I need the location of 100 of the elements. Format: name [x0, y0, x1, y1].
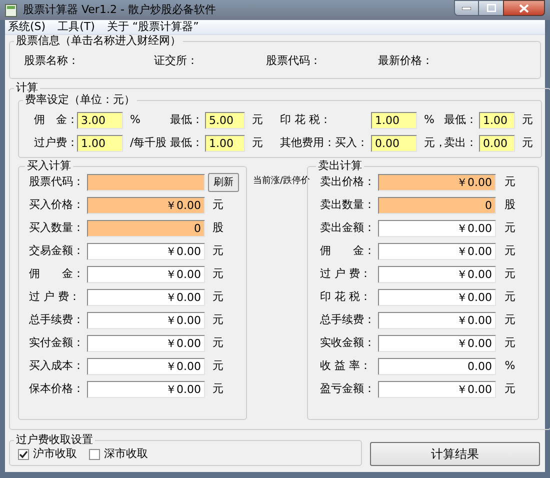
input-field[interactable]: ￥0.00	[378, 220, 496, 237]
input-field[interactable]: 0	[87, 220, 205, 237]
unit-label: 元	[504, 381, 516, 398]
input-field[interactable]: ￥0.00	[87, 266, 205, 283]
unit-label: 元	[504, 266, 516, 282]
unit-label: 元	[212, 335, 224, 352]
unit-label: 元	[504, 312, 516, 328]
calculate-button[interactable]: 计算结果	[370, 442, 540, 466]
fee-label: 最低：	[443, 112, 478, 128]
group-title: 股票信息（单击名称进入财经网）	[15, 35, 182, 47]
fee-label: 元	[251, 112, 264, 128]
unit-label: 元	[212, 266, 224, 282]
close-button[interactable]	[503, 0, 545, 16]
input-field[interactable]: ￥0.00	[378, 174, 496, 191]
info-label: 证交所：	[154, 53, 199, 69]
input-field[interactable]: ￥0.00	[378, 289, 496, 306]
group-title: 卖出计算	[317, 160, 363, 172]
field-label: 实付金额：	[29, 335, 85, 352]
input-field[interactable]: 0.00	[479, 135, 515, 152]
unit-label: 元	[504, 174, 516, 190]
unit-label: 元	[212, 358, 224, 374]
minimize-button[interactable]	[454, 0, 479, 16]
input-field[interactable]: ￥0.00	[378, 243, 496, 260]
fee-label: 元	[251, 135, 264, 152]
fee-label: 最低：	[169, 112, 204, 128]
input-field[interactable]: 0.00	[371, 135, 417, 152]
group-title: 买入计算	[26, 160, 72, 172]
fee-label: 最低：	[169, 135, 204, 152]
fee-label: 印 花 税：	[279, 112, 332, 128]
field-label: 佣 金：	[320, 243, 376, 260]
field-label: 卖出金额：	[320, 220, 376, 236]
fee-label: %	[423, 112, 436, 128]
field-label: 股票代码：	[29, 174, 85, 190]
menu-item[interactable]: 工具(T)	[58, 20, 95, 34]
input-field[interactable]: 5.00	[205, 112, 245, 129]
input-field[interactable]: ￥0.00	[378, 335, 496, 352]
input-field[interactable]: 1.00	[371, 112, 417, 129]
minimize-icon	[462, 6, 471, 10]
field-label: 过 户 费：	[320, 266, 372, 282]
checkbox[interactable]	[89, 448, 100, 460]
field-label: 保本价格：	[29, 381, 85, 398]
input-field[interactable]: ￥0.00	[87, 358, 205, 375]
unit-label: 元	[212, 381, 224, 398]
fee-label: 卖出：	[443, 135, 478, 152]
info-label: 最新价格：	[378, 53, 433, 69]
input-field[interactable]: ￥0.00	[378, 312, 496, 329]
input-field[interactable]: ￥0.00	[87, 243, 205, 260]
input-field[interactable]: 3.00	[77, 112, 123, 129]
close-icon	[519, 4, 529, 12]
checkbox-label: 沪市收取	[33, 446, 77, 462]
input-field[interactable]: ￥0.00	[87, 197, 205, 214]
input-field[interactable]: ￥0.00	[87, 312, 205, 329]
refresh-button[interactable]: 刷新	[208, 173, 239, 192]
checkbox-label: 深市收取	[104, 446, 148, 462]
input-field[interactable]: ￥0.00	[87, 289, 205, 306]
maximize-button[interactable]	[479, 0, 503, 16]
input-field[interactable]: 0.00	[378, 358, 496, 375]
field-label: 交易金额：	[29, 243, 85, 260]
unit-label: 元	[212, 289, 224, 306]
field-label: 买入数量：	[29, 220, 85, 236]
unit-label: 元	[212, 243, 224, 260]
input-field[interactable]: ￥0.00	[87, 381, 205, 398]
input-field[interactable]: ￥0.00	[87, 335, 205, 352]
app-icon	[5, 4, 17, 16]
fee-label: %	[129, 112, 142, 128]
unit-label: 元	[212, 197, 224, 214]
field-label: 实收金额：	[320, 335, 376, 352]
input-field[interactable]: ￥0.00	[378, 381, 496, 398]
input-field[interactable]	[87, 174, 205, 191]
input-field[interactable]: ￥0.00	[378, 266, 496, 283]
group-title: 费率设定（单位：元）	[24, 94, 136, 106]
field-label: 盈亏金额：	[320, 381, 376, 398]
fee-label: 过户费：	[33, 135, 77, 152]
field-label: 总手续费：	[29, 312, 85, 328]
field-label: 印 花 税：	[320, 289, 372, 306]
menu-item[interactable]: 系统(S)	[8, 20, 46, 34]
field-label: 佣 金：	[29, 266, 85, 282]
unit-label: 股	[212, 220, 224, 236]
unit-label: 股	[504, 197, 516, 214]
checkbox[interactable]	[18, 448, 29, 460]
field-label: 卖出价格：	[320, 174, 376, 190]
field-label: 卖出数量：	[320, 197, 376, 214]
field-label: 总手续费：	[320, 312, 376, 328]
unit-label: 元	[504, 335, 516, 352]
unit-label: 元	[504, 243, 516, 260]
input-field[interactable]: 1.00	[77, 135, 123, 152]
field-label: 买入价格：	[29, 197, 85, 214]
maximize-icon	[486, 4, 496, 12]
input-field[interactable]: 0	[378, 197, 496, 214]
unit-label: 元	[504, 220, 516, 236]
field-label: 收 益 率：	[320, 358, 372, 374]
info-label: 股票代码：	[266, 53, 322, 69]
fee-label: 其他费用：买入：	[279, 135, 369, 152]
unit-label: %	[504, 358, 516, 374]
menu-item[interactable]: 关于 “股票计算器”	[106, 20, 199, 34]
input-field[interactable]: 1.00	[479, 112, 515, 129]
field-label: 过 户 费：	[29, 289, 81, 306]
group-title: 过户费收取设置	[15, 434, 94, 446]
unit-label: 元	[212, 312, 224, 328]
input-field[interactable]: 1.00	[205, 135, 245, 152]
